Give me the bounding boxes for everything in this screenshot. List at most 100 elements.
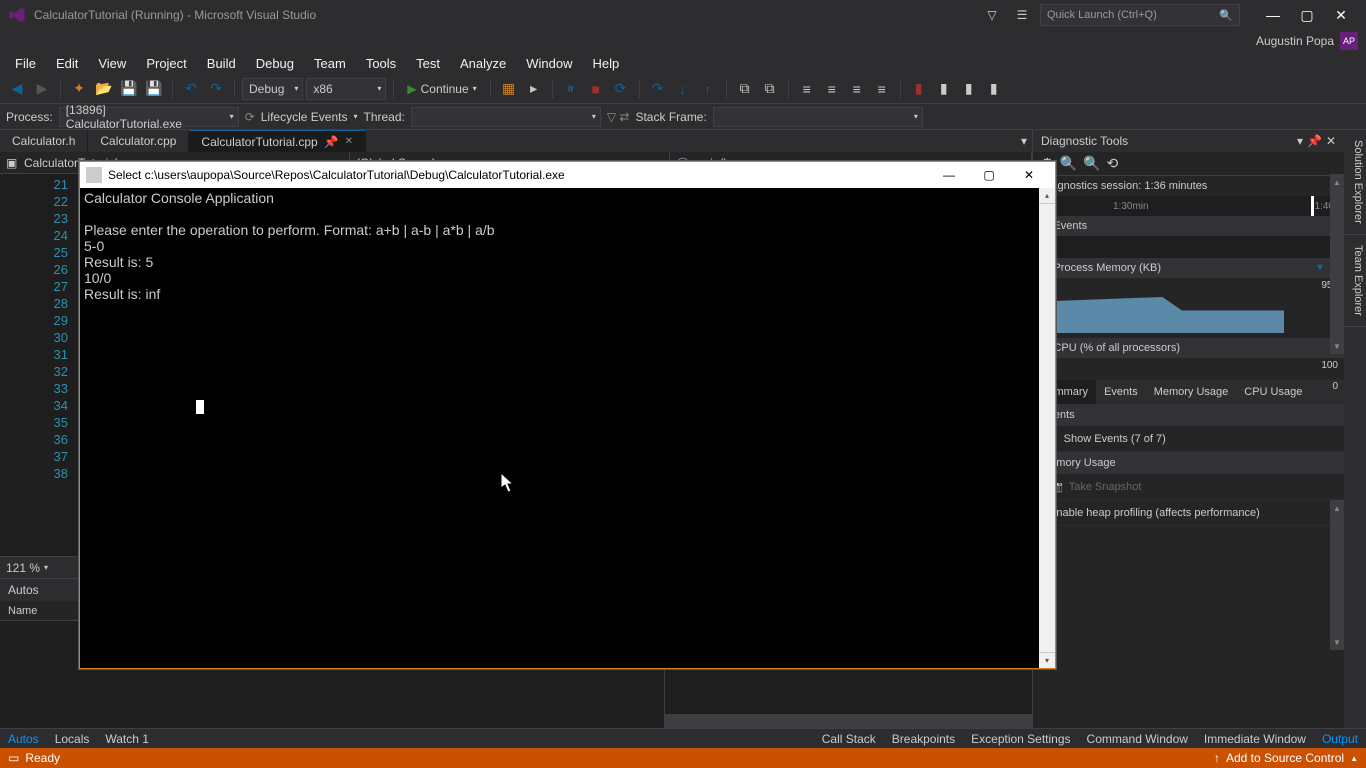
btab-immediate[interactable]: Immediate Window	[1196, 729, 1314, 748]
console-window[interactable]: Select c:\users\aupopa\Source\Repos\Calc…	[79, 161, 1056, 669]
diag-scrollbar-1[interactable]: ▲▼	[1330, 174, 1344, 354]
rail-solution-explorer[interactable]: Solution Explorer	[1344, 130, 1366, 235]
zoom-value[interactable]: 121 %	[6, 561, 40, 575]
zoom-in-icon[interactable]: 🔍	[1060, 155, 1077, 172]
back-icon[interactable]: ◀	[6, 78, 28, 100]
diag-show-events[interactable]: ⟐Show Events (7 of 7)	[1033, 426, 1344, 452]
pin-icon[interactable]: 📌	[324, 135, 339, 149]
diag-take-snapshot[interactable]: 📷Take Snapshot	[1033, 474, 1344, 500]
user-name[interactable]: Augustin Popa	[1256, 34, 1334, 48]
process-dropdown[interactable]: [13896] CalculatorTutorial.exe	[59, 107, 239, 127]
cpu-chart[interactable]: 100 0	[1033, 358, 1344, 380]
events-section-header[interactable]: ◢Events	[1033, 216, 1344, 236]
btab-exception[interactable]: Exception Settings	[963, 729, 1078, 748]
btab-output[interactable]: Output	[1314, 729, 1366, 748]
tab-overflow-icon[interactable]: ▾	[1016, 130, 1032, 152]
menu-test[interactable]: Test	[407, 54, 449, 73]
memory-section-header[interactable]: ◢Process Memory (KB) ▼●	[1033, 258, 1344, 278]
step-into-icon[interactable]: ↓	[672, 78, 694, 100]
cpu-section-header[interactable]: ◢CPU (% of all processors)	[1033, 338, 1344, 358]
toolbar-icon-1[interactable]: ▦	[498, 78, 520, 100]
toolbar-icon-9[interactable]: ▮	[933, 78, 955, 100]
feedback-icon[interactable]: ☰	[1010, 3, 1034, 27]
menu-view[interactable]: View	[89, 54, 135, 73]
console-output[interactable]: Calculator Console Application Please en…	[80, 188, 1055, 668]
redo-icon[interactable]: ↷	[205, 78, 227, 100]
menu-edit[interactable]: Edit	[47, 54, 87, 73]
memory-chart[interactable]: 955 0	[1033, 278, 1344, 338]
toolbar-icon-3[interactable]: ⧉	[734, 78, 756, 100]
quick-launch-input[interactable]: Quick Launch (Ctrl+Q) 🔍	[1040, 4, 1240, 26]
diag-tab-memory[interactable]: Memory Usage	[1146, 380, 1237, 404]
zoom-out-icon[interactable]: 🔍	[1083, 155, 1100, 172]
thread-dropdown[interactable]	[411, 107, 601, 127]
save-icon[interactable]: 💾	[118, 78, 140, 100]
config-dropdown[interactable]: Debug	[242, 78, 303, 100]
toolbar-icon-5[interactable]: ≡	[796, 78, 818, 100]
menu-tools[interactable]: Tools	[357, 54, 405, 73]
diag-close-icon[interactable]: ✕	[1326, 134, 1336, 148]
menu-project[interactable]: Project	[137, 54, 195, 73]
pause-icon[interactable]: ⏸	[560, 78, 582, 100]
toolbar-icon-2[interactable]: ▸	[523, 78, 545, 100]
btab-watch1[interactable]: Watch 1	[97, 729, 157, 748]
menu-help[interactable]: Help	[584, 54, 629, 73]
toolbar-icon-6[interactable]: ≡	[821, 78, 843, 100]
menu-file[interactable]: File	[6, 54, 45, 73]
bookmark-icon[interactable]: ▮	[908, 78, 930, 100]
btab-autos[interactable]: Autos	[0, 729, 47, 748]
stop-icon[interactable]: ■	[585, 78, 607, 100]
close-button[interactable]: ✕	[1324, 2, 1358, 28]
notifications-icon[interactable]: ▽	[980, 3, 1004, 27]
diag-scrollbar-2[interactable]: ▲▼	[1330, 500, 1344, 650]
publish-icon[interactable]: ↑	[1214, 751, 1220, 765]
timeline-cursor[interactable]	[1311, 196, 1314, 216]
toolbar-icon-8[interactable]: ≡	[871, 78, 893, 100]
console-scrollbar[interactable]: ▴ ▾	[1039, 188, 1055, 668]
forward-icon[interactable]: ▶	[31, 78, 53, 100]
diag-pin-icon[interactable]: 📌	[1307, 134, 1322, 148]
platform-dropdown[interactable]: x86	[306, 78, 386, 100]
close-tab-icon[interactable]: ✕	[345, 136, 353, 147]
step-over-icon[interactable]: ↷	[647, 78, 669, 100]
reset-icon[interactable]: ⟲	[1106, 155, 1118, 172]
tab-calculator-h[interactable]: Calculator.h	[0, 130, 88, 152]
rail-team-explorer[interactable]: Team Explorer	[1344, 235, 1366, 327]
source-control-button[interactable]: Add to Source Control	[1226, 751, 1344, 765]
diag-dropdown-icon[interactable]: ▾	[1297, 134, 1303, 148]
continue-button[interactable]: ▶ Continue ▾	[401, 82, 482, 96]
save-all-icon[interactable]: 💾	[143, 78, 165, 100]
toolbar-icon-7[interactable]: ≡	[846, 78, 868, 100]
diag-timeline[interactable]: 1:30min 1:40	[1033, 196, 1344, 216]
console-maximize-button[interactable]: ▢	[969, 164, 1009, 186]
step-out-icon[interactable]: ↑	[697, 78, 719, 100]
stackframe-dropdown[interactable]	[713, 107, 923, 127]
btab-command[interactable]: Command Window	[1079, 729, 1196, 748]
toolbar-icon-11[interactable]: ▮	[983, 78, 1005, 100]
menu-analyze[interactable]: Analyze	[451, 54, 515, 73]
diag-tab-events[interactable]: Events	[1096, 380, 1146, 404]
console-close-button[interactable]: ✕	[1009, 164, 1049, 186]
btab-locals[interactable]: Locals	[47, 729, 98, 748]
console-minimize-button[interactable]: ―	[929, 164, 969, 186]
open-icon[interactable]: 📂	[93, 78, 115, 100]
output-scrollbar[interactable]	[665, 714, 1032, 728]
console-titlebar[interactable]: Select c:\users\aupopa\Source\Repos\Calc…	[80, 162, 1055, 188]
minimize-button[interactable]: ―	[1256, 2, 1290, 28]
diag-heap-profiling[interactable]: Enable heap profiling (affects performan…	[1033, 500, 1344, 526]
toolbar-icon-10[interactable]: ▮	[958, 78, 980, 100]
menu-window[interactable]: Window	[517, 54, 581, 73]
tab-calculatortutorial-cpp[interactable]: CalculatorTutorial.cpp 📌 ✕	[189, 130, 366, 152]
menu-debug[interactable]: Debug	[247, 54, 303, 73]
undo-icon[interactable]: ↶	[180, 78, 202, 100]
restart-icon[interactable]: ⟳	[610, 78, 632, 100]
user-avatar[interactable]: AP	[1340, 32, 1358, 50]
toolbar-icon-4[interactable]: ⧉	[759, 78, 781, 100]
tab-calculator-cpp[interactable]: Calculator.cpp	[88, 130, 189, 152]
btab-callstack[interactable]: Call Stack	[814, 729, 884, 748]
btab-breakpoints[interactable]: Breakpoints	[884, 729, 963, 748]
menu-team[interactable]: Team	[305, 54, 355, 73]
diag-tab-cpu[interactable]: CPU Usage	[1236, 380, 1310, 404]
maximize-button[interactable]: ▢	[1290, 2, 1324, 28]
new-project-icon[interactable]: ✦	[68, 78, 90, 100]
